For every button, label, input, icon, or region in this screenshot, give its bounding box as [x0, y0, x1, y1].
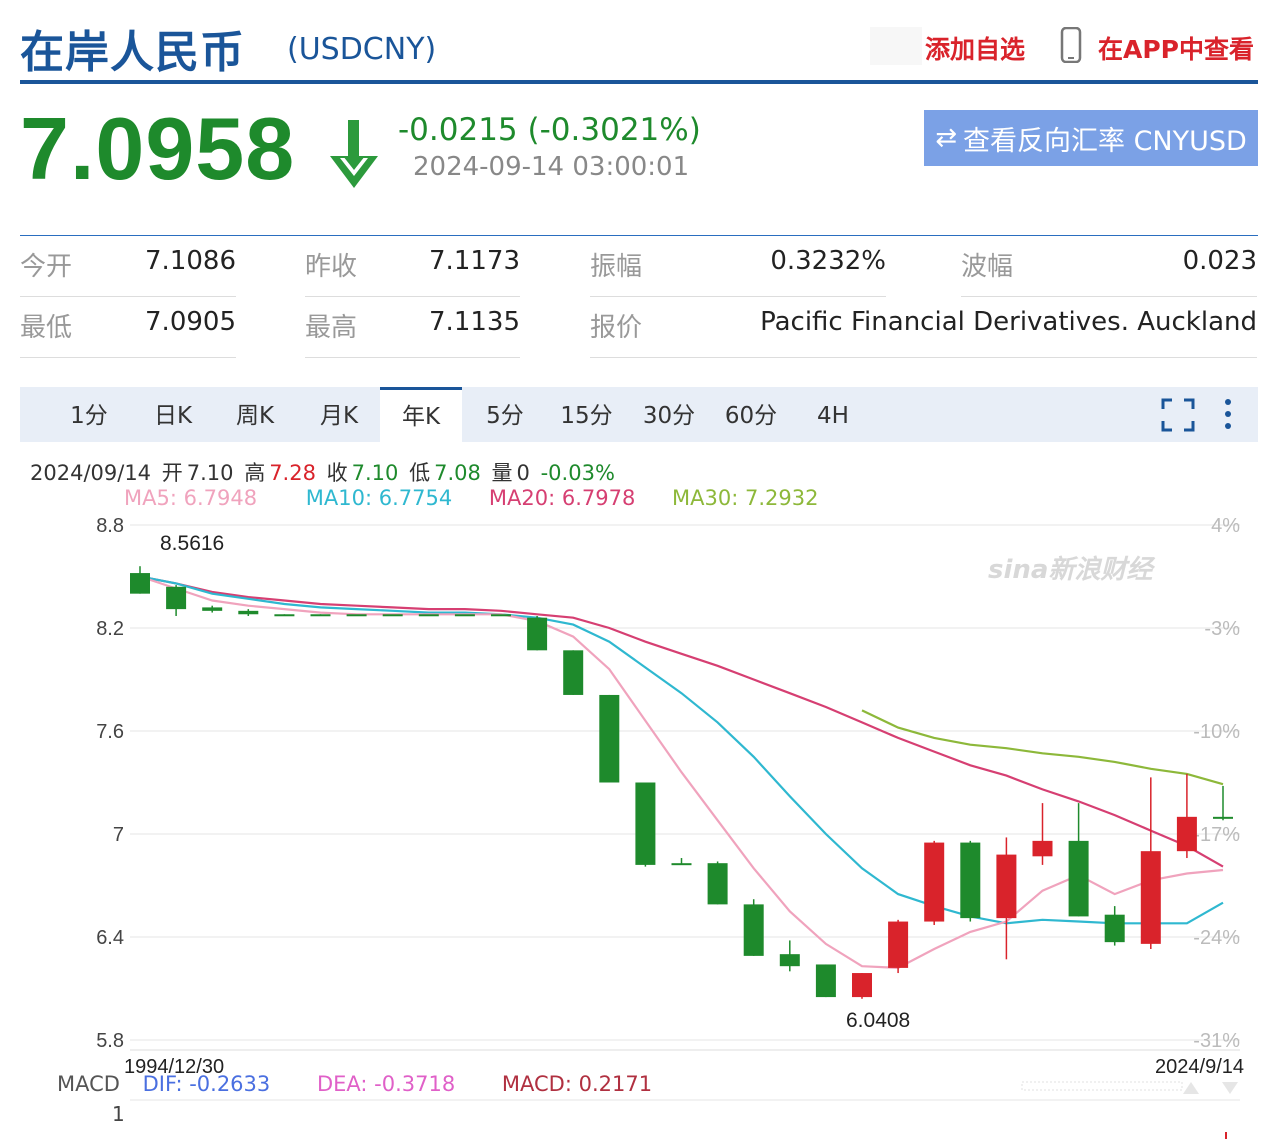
- macd-value: MACD: 0.2171: [501, 1072, 653, 1096]
- kline-chart[interactable]: 8.8 4% 8.2 -3% 7.6 -10% 7 -17% 6.4 -24% 5.8 -31% sin…: [0, 0, 1285, 1139]
- pct-tick-label: 4%: [1211, 515, 1240, 537]
- candle-body: [888, 921, 909, 968]
- pct-tick-label: -10%: [1193, 721, 1240, 743]
- macd-legend: MACD DIF: -0.2633 DEA: -0.3718 MACD: 0.2…: [57, 1072, 692, 1096]
- candle-body: [779, 954, 800, 967]
- ma30-line: [861, 709, 1224, 786]
- ma20-line: [139, 575, 1224, 868]
- range-slider[interactable]: [1021, 1081, 1183, 1091]
- candle-body: [563, 650, 584, 695]
- y-tick-label: 8.8: [96, 515, 124, 537]
- candle-body: [238, 610, 259, 615]
- candle-body: [599, 694, 620, 783]
- candle-body: [1104, 914, 1125, 943]
- y-tick-label: 6.4: [96, 927, 124, 949]
- candle-body: [671, 863, 692, 866]
- x-end-label: 2024/9/14: [1155, 1056, 1244, 1078]
- dif-value: DIF: -0.2633: [142, 1072, 271, 1096]
- sina-watermark: sina新浪财经: [988, 555, 1155, 585]
- y-tick-label: 7: [113, 824, 124, 846]
- max-price-label: 8.5616: [160, 532, 224, 555]
- macd-title: MACD: [57, 1072, 120, 1096]
- candle-body: [491, 614, 511, 617]
- candle-body: [815, 964, 836, 998]
- candle-body: [346, 614, 367, 617]
- y-tick-label: 5.8: [96, 1030, 124, 1052]
- candle-body: [1032, 840, 1053, 857]
- macd-axis-top: 1: [112, 1102, 125, 1126]
- candle-body: [166, 586, 187, 610]
- pct-tick-label: -3%: [1204, 618, 1240, 640]
- candle-body: [852, 973, 872, 998]
- candle-body: [1140, 851, 1161, 944]
- candle-body: [382, 614, 403, 617]
- candle-body: [1213, 816, 1233, 819]
- candle-body: [274, 614, 295, 617]
- candle-body: [202, 607, 223, 611]
- pct-tick-label: -24%: [1193, 927, 1240, 949]
- y-tick-label: 7.6: [96, 721, 124, 743]
- scroll-down-icon[interactable]: [1222, 1082, 1238, 1094]
- dea-value: DEA: -0.3718: [316, 1072, 456, 1096]
- pct-tick-label: -17%: [1193, 824, 1240, 846]
- ma5-line: [139, 575, 1224, 970]
- candle-body: [707, 863, 728, 905]
- candle-body: [130, 573, 150, 594]
- candle-body: [454, 614, 475, 617]
- candle-body: [924, 842, 945, 922]
- scroll-up-icon[interactable]: [1183, 1082, 1199, 1094]
- candle-body: [1176, 816, 1197, 852]
- candle-body: [635, 782, 656, 865]
- candle-body: [1068, 840, 1089, 917]
- candle-body: [527, 617, 548, 651]
- candle-body: [418, 614, 439, 617]
- ma10-line: [139, 575, 1224, 925]
- candle-body: [960, 842, 981, 919]
- candle-body: [996, 854, 1017, 919]
- candle-body: [743, 904, 764, 956]
- pct-tick-label: -31%: [1193, 1030, 1240, 1052]
- candle-body: [310, 614, 331, 617]
- min-price-label: 6.0408: [846, 1009, 910, 1032]
- y-tick-label: 8.2: [96, 618, 124, 640]
